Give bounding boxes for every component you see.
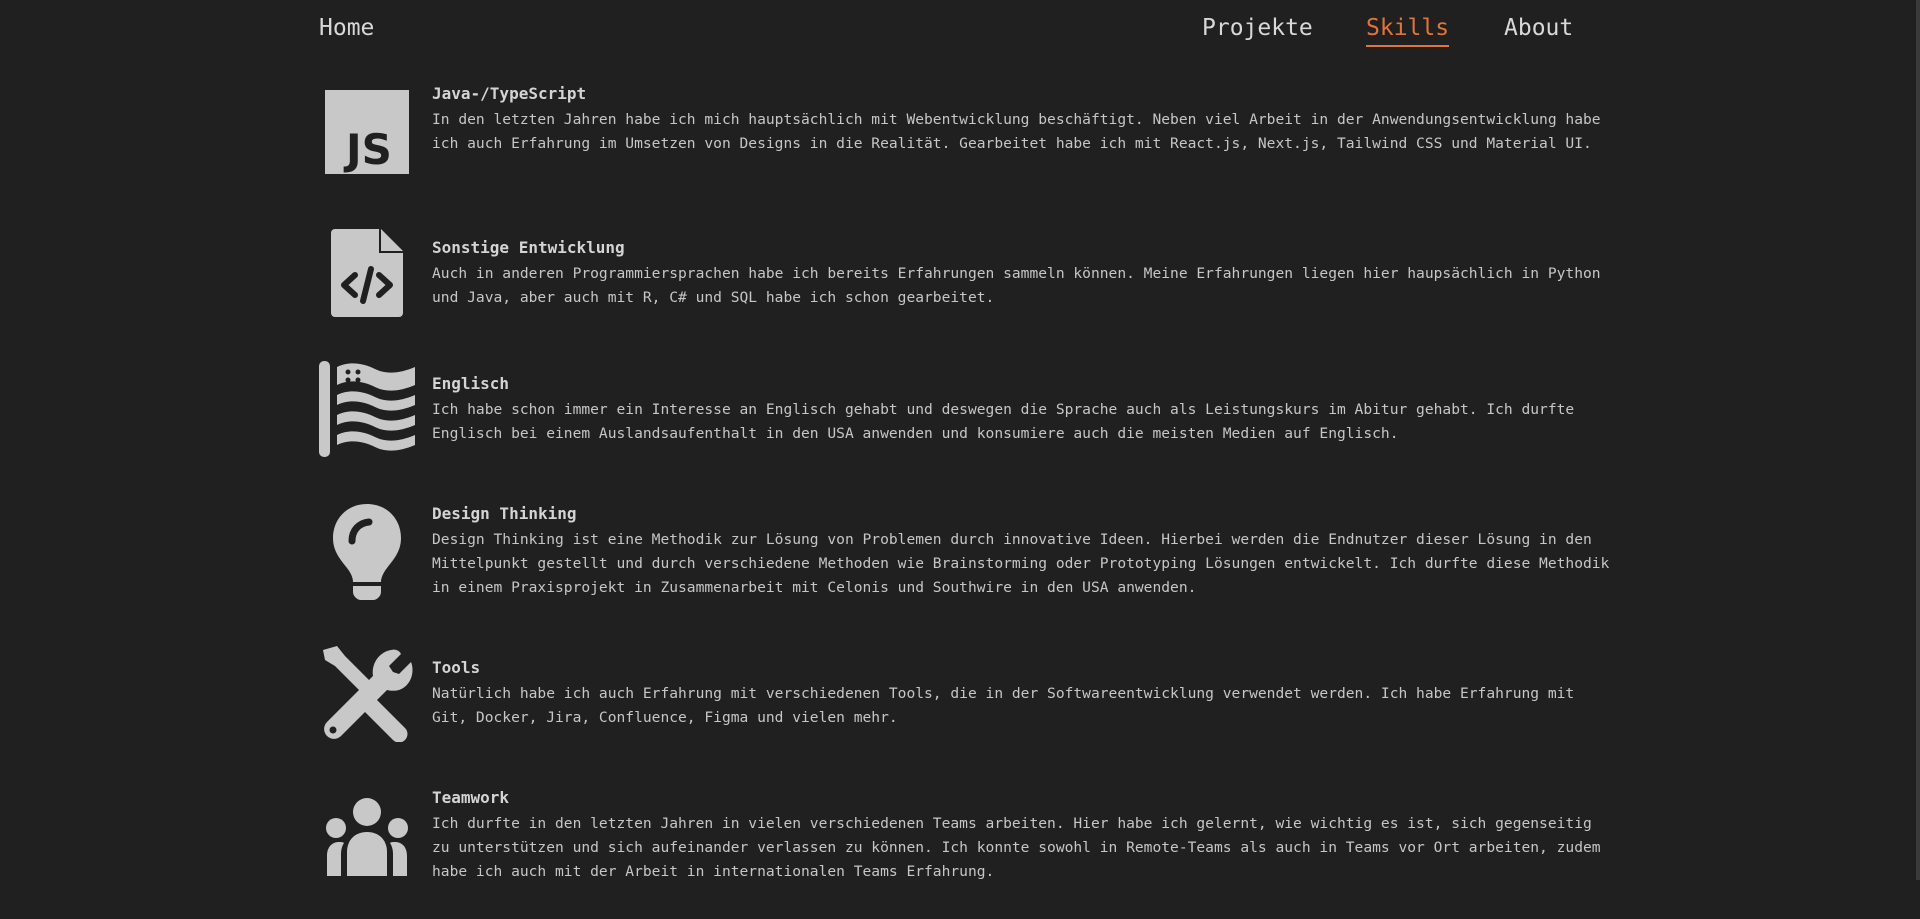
nav-link-projekte[interactable]: Projekte [1202, 14, 1313, 42]
javascript-icon: JS [319, 84, 415, 180]
top-navigation: Home Projekte Skills About [319, 0, 1573, 56]
lightbulb-icon [319, 504, 415, 600]
skill-title: Teamwork [432, 788, 510, 807]
skill-title: Englisch [432, 374, 510, 393]
flag-usa-icon [319, 361, 415, 457]
skill-description: In den letzten Jahren habe ich mich haup… [432, 111, 1601, 152]
svg-text:JS: JS [343, 125, 392, 174]
page: Home Projekte Skills About JS Java-/Type… [0, 0, 1920, 919]
skill-title: Sonstige Entwicklung [432, 238, 625, 257]
skill-title: Java-/TypeScript [432, 84, 587, 103]
nav-link-skills-active[interactable]: Skills [1366, 14, 1450, 47]
skill-title: Tools [432, 658, 481, 677]
skill-description: Ich durfte in den letzten Jahren in viel… [432, 815, 1601, 880]
nav-link-home[interactable]: Home [319, 14, 374, 42]
tools-icon [319, 646, 415, 742]
skill-description: Auch in anderen Programmiersprachen habe… [432, 265, 1601, 306]
skill-title: Design Thinking [432, 504, 577, 523]
skill-description: Ich habe schon immer ein Interesse an En… [432, 401, 1575, 442]
people-group-icon [319, 796, 415, 892]
skill-description: Design Thinking ist eine Methodik zur Lö… [432, 531, 1610, 596]
nav-link-about[interactable]: About [1504, 14, 1573, 42]
scrollbar[interactable] [1916, 0, 1920, 880]
code-file-icon [319, 225, 415, 321]
skill-description: Natürlich habe ich auch Erfahrung mit ve… [432, 685, 1575, 726]
